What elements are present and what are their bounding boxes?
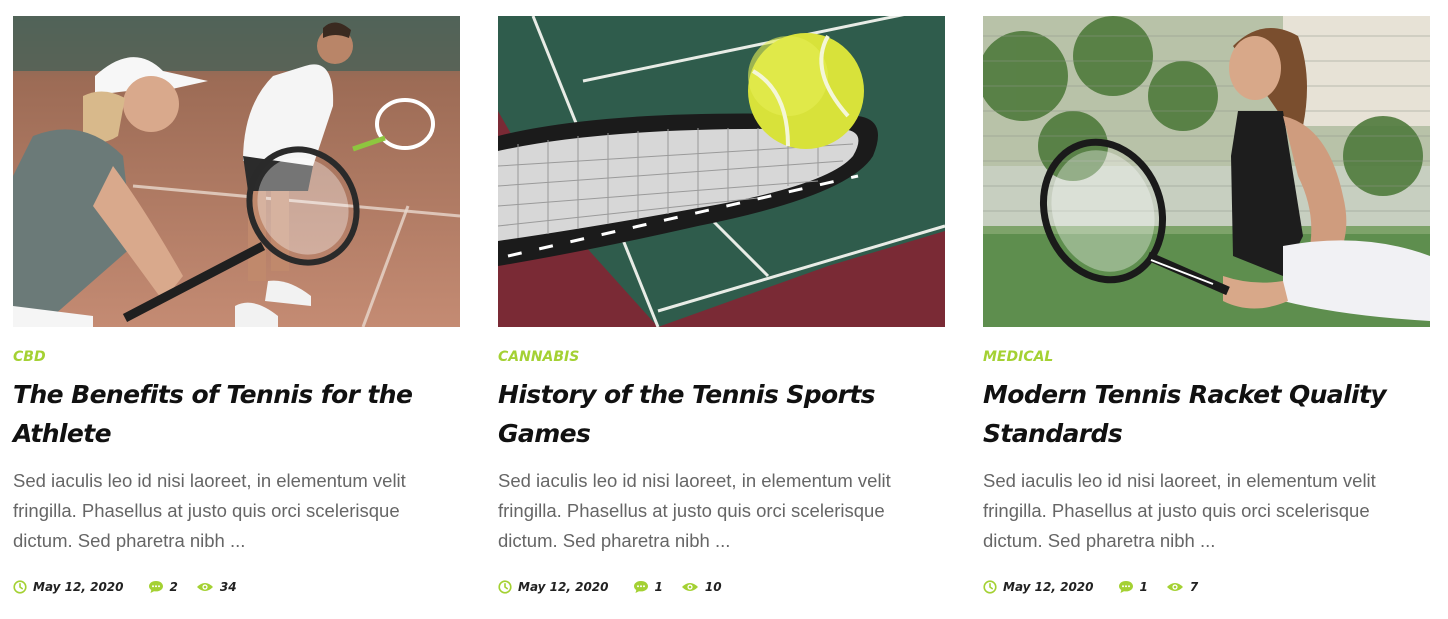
post-meta: May 12, 2020 1 10	[498, 579, 945, 595]
eye-icon	[681, 583, 698, 591]
post-thumbnail-link[interactable]	[498, 16, 945, 327]
post-comments-count: 1	[654, 580, 663, 594]
post-views: 7	[1166, 580, 1198, 594]
clock-icon	[13, 580, 27, 594]
post-meta: May 12, 2020 2 34	[13, 579, 460, 595]
post-comments[interactable]: 1	[1118, 580, 1148, 594]
clock-icon	[498, 580, 512, 594]
post-card: CANNABIS History of the Tennis Sports Ga…	[498, 16, 945, 595]
post-views: 34	[196, 580, 237, 594]
post-excerpt: Sed iaculis leo id nisi laoreet, in elem…	[13, 470, 406, 551]
post-date: May 12, 2020	[13, 580, 124, 594]
post-date: May 12, 2020	[498, 580, 609, 594]
post-category[interactable]: CBD	[13, 349, 460, 369]
post-meta: May 12, 2020 1 7	[983, 579, 1430, 595]
post-views-count: 34	[219, 580, 237, 594]
post-title[interactable]: Modern Tennis Racket Quality Standards	[983, 375, 1430, 453]
post-category[interactable]: CANNABIS	[498, 349, 945, 369]
post-date: May 12, 2020	[983, 580, 1094, 594]
post-comments[interactable]: 1	[633, 580, 663, 594]
post-views-count: 7	[1189, 580, 1199, 594]
post-comments-count: 1	[1139, 580, 1148, 594]
eye-icon	[1166, 583, 1183, 591]
post-date-text: May 12, 2020	[518, 580, 609, 594]
post-card: CBD The Benefits of Tennis for the Athle…	[13, 16, 460, 595]
post-date-text: May 12, 2020	[1003, 580, 1094, 594]
post-comments[interactable]: 2	[148, 580, 178, 594]
comment-bubble-icon	[148, 581, 163, 593]
post-date-text: May 12, 2020	[33, 580, 124, 594]
blog-post-grid: CBD The Benefits of Tennis for the Athle…	[13, 16, 1430, 595]
post-excerpt: Sed iaculis leo id nisi laoreet, in elem…	[983, 470, 1376, 551]
post-thumbnail-link[interactable]	[13, 16, 460, 327]
post-views-count: 10	[704, 580, 722, 594]
post-title[interactable]: History of the Tennis Sports Games	[498, 375, 945, 453]
post-comments-count: 2	[169, 580, 178, 594]
tennis-racket-ball-image	[498, 16, 945, 327]
tennis-doubles-players-image	[13, 16, 460, 327]
post-title[interactable]: The Benefits of Tennis for the Athlete	[13, 375, 460, 453]
post-card: MEDICAL Modern Tennis Racket Quality Sta…	[983, 16, 1430, 595]
post-excerpt: Sed iaculis leo id nisi laoreet, in elem…	[498, 470, 891, 551]
post-thumbnail-link[interactable]	[983, 16, 1430, 327]
comment-bubble-icon	[1118, 581, 1133, 593]
post-category[interactable]: MEDICAL	[983, 349, 1430, 369]
clock-icon	[983, 580, 997, 594]
tennis-player-woman-image	[983, 16, 1430, 327]
eye-icon	[196, 583, 213, 591]
comment-bubble-icon	[633, 581, 648, 593]
post-views: 10	[681, 580, 722, 594]
